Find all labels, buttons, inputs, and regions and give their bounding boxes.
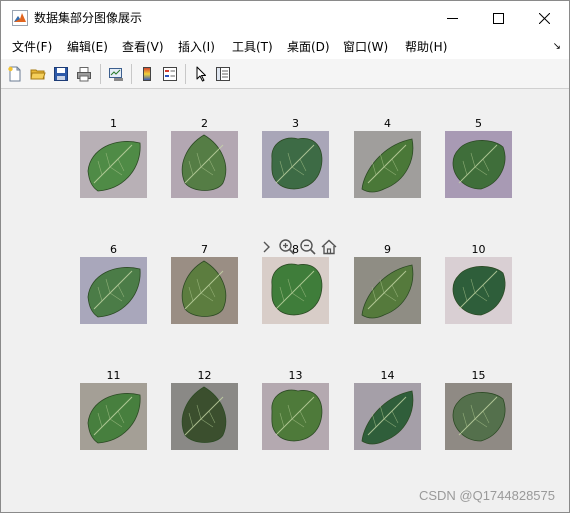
leaf-image [171, 383, 238, 450]
leaf-image [354, 383, 421, 450]
menu-edit[interactable]: 编辑(E) [67, 39, 108, 55]
leaf-image [354, 257, 421, 324]
print-icon[interactable] [75, 65, 93, 83]
menu-insert[interactable]: 插入(I) [178, 39, 215, 55]
leaf-image [354, 131, 421, 198]
zoom-in-icon[interactable] [277, 238, 296, 256]
minimize-button[interactable] [429, 1, 475, 35]
image-title: 10 [471, 243, 486, 256]
leaf-image [80, 257, 147, 324]
zoom-out-icon[interactable] [298, 238, 317, 256]
window-title: 数据集部分图像展示 [34, 11, 143, 25]
menu-help[interactable]: 帮助(H) [405, 39, 447, 55]
image-title: 15 [471, 369, 486, 382]
menu-file[interactable]: 文件(F) [12, 39, 52, 55]
image-title: 12 [197, 369, 212, 382]
menu-tools[interactable]: 工具(T) [232, 39, 273, 55]
leaf-image [171, 131, 238, 198]
toolbar-separator [100, 64, 101, 84]
image-title: 13 [288, 369, 303, 382]
figure-window: 数据集部分图像展示 文件(F) 编辑(E) 查看(V) 插入(I) 工具(T) … [0, 0, 570, 513]
menu-bar: 文件(F) 编辑(E) 查看(V) 插入(I) 工具(T) 桌面(D) 窗口(W… [1, 35, 569, 59]
matlab-icon [12, 10, 28, 26]
close-icon [538, 12, 550, 24]
close-button[interactable] [521, 1, 567, 35]
leaf-image [262, 383, 329, 450]
title-bar: 数据集部分图像展示 [1, 1, 569, 35]
leaf-image [445, 257, 512, 324]
leaf-image [445, 131, 512, 198]
maximize-button[interactable] [475, 1, 521, 35]
open-file-icon[interactable] [29, 65, 47, 83]
minimize-icon [446, 17, 458, 19]
leaf-image [262, 257, 329, 324]
watermark: CSDN @Q1744828575 [418, 488, 555, 503]
menu-view[interactable]: 查看(V) [122, 39, 164, 55]
leaf-image [80, 131, 147, 198]
toolbar-separator [131, 64, 132, 84]
image-title: 3 [292, 117, 299, 130]
property-inspector-icon[interactable] [214, 65, 232, 83]
image-title: 9 [384, 243, 391, 256]
image-title: 5 [475, 117, 482, 130]
image-title: 6 [110, 243, 117, 256]
image-title: 1 [110, 117, 117, 130]
image-title: 2 [201, 117, 208, 130]
legend-icon[interactable] [161, 65, 179, 83]
menu-window[interactable]: 窗口(W) [343, 39, 388, 55]
image-title: 11 [106, 369, 121, 382]
image-title: 7 [201, 243, 208, 256]
edit-plot-arrow-icon[interactable] [192, 65, 210, 83]
figure-canvas: 1 2 3 4 5 6 7 8 9 10 11 12 13 14 15 CSDN @Q1744828575 [1, 89, 569, 512]
new-figure-icon[interactable] [6, 65, 24, 83]
leaf-image [171, 257, 238, 324]
image-title: 4 [384, 117, 391, 130]
chevron-right-icon[interactable] [256, 238, 275, 256]
dock-arrow-icon[interactable]: ↘ [553, 41, 561, 52]
save-icon[interactable] [52, 65, 70, 83]
figure-toolbar [1, 59, 569, 89]
maximize-icon [492, 12, 504, 24]
leaf-image [445, 383, 512, 450]
menu-desktop[interactable]: 桌面(D) [287, 39, 330, 55]
toolbar-separator [185, 64, 186, 84]
link-plot-icon[interactable] [107, 65, 125, 83]
leaf-image [262, 131, 329, 198]
image-title: 14 [380, 369, 395, 382]
leaf-image [80, 383, 147, 450]
axes-toolbar [256, 237, 338, 257]
home-icon[interactable] [319, 238, 338, 256]
colorbar-icon[interactable] [138, 65, 156, 83]
